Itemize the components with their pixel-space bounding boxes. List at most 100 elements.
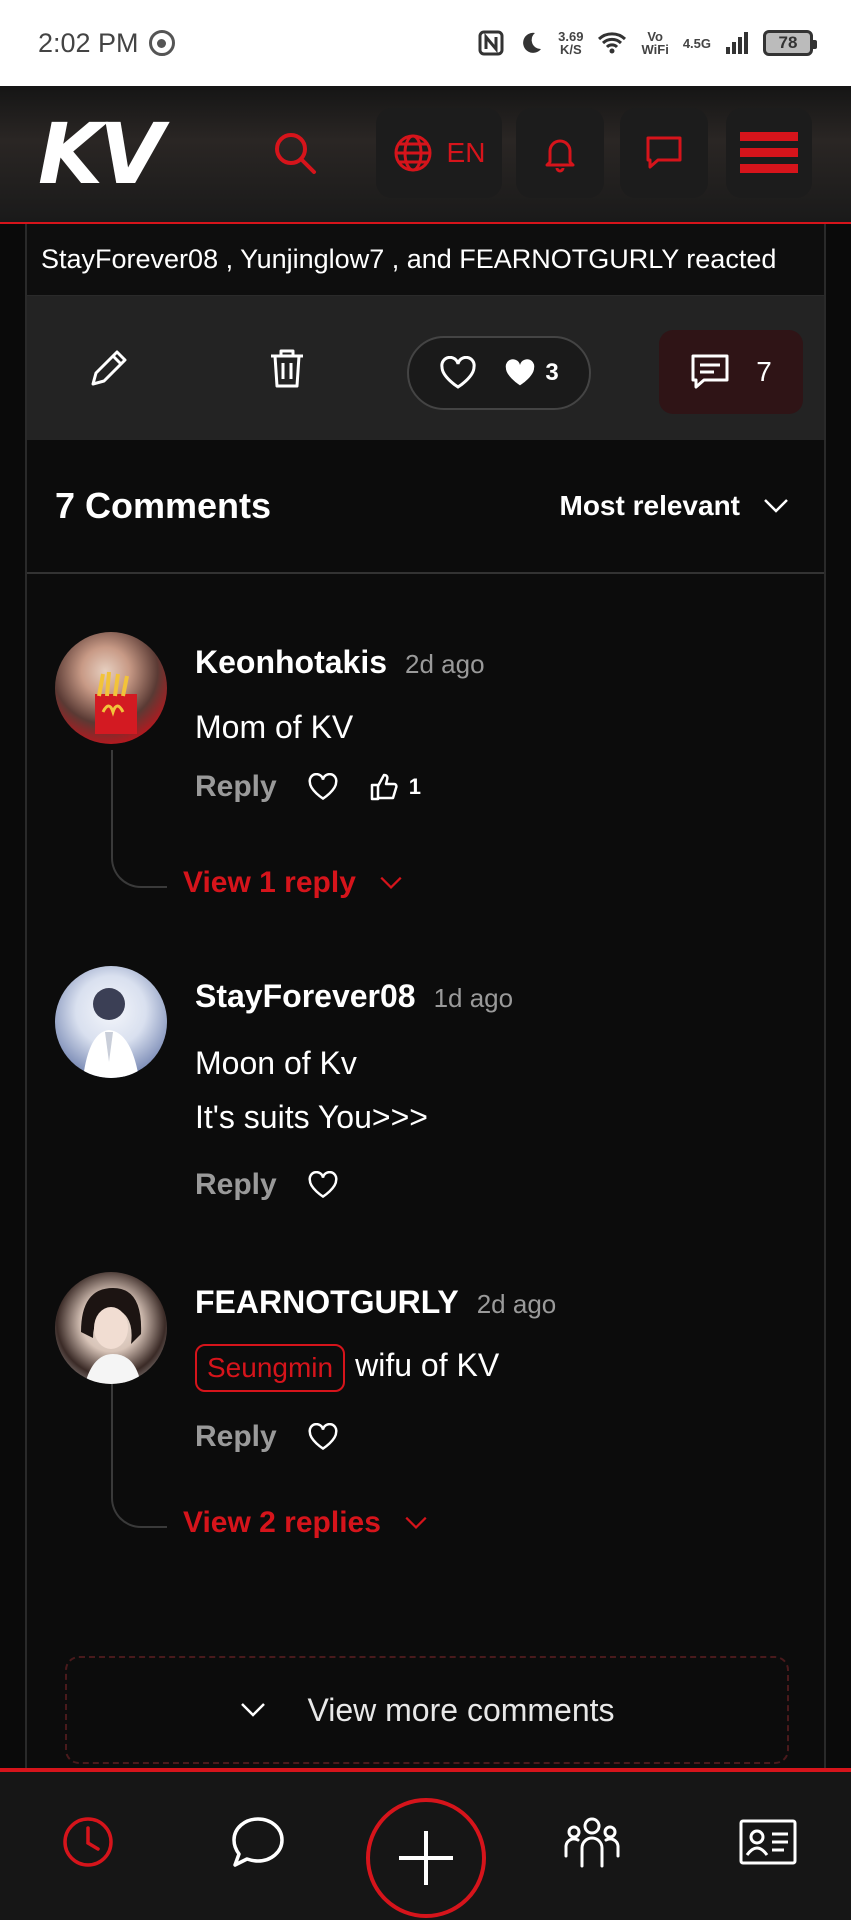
likes-pill[interactable]: 3: [407, 336, 591, 410]
view-replies-label: View 2 replies: [183, 1506, 381, 1539]
heart-filled-icon: [506, 359, 535, 386]
nfc-icon: [478, 30, 504, 56]
comment-time: 2d ago: [476, 1289, 557, 1319]
delete-button[interactable]: [261, 342, 313, 394]
language-button[interactable]: EN: [376, 108, 502, 198]
reacted-summary[interactable]: StayForever08 , Yunjinglow7 , and FEARNO…: [27, 224, 824, 296]
heart-outline-icon[interactable]: [307, 1423, 339, 1451]
bell-icon: [545, 139, 575, 173]
wifi-icon: [598, 32, 627, 54]
comment-actions: Reply: [195, 1420, 339, 1454]
nav-profile[interactable]: [728, 1802, 808, 1882]
avatar-image: [95, 671, 137, 734]
signal-icon: [726, 32, 748, 54]
heart-outline-icon[interactable]: [307, 1171, 339, 1199]
search-button[interactable]: [272, 130, 318, 176]
status-time: 2:02 PM: [38, 27, 139, 58]
comment-time: 1d ago: [433, 983, 514, 1013]
comment-author-line: StayForever08 1d ago: [195, 978, 513, 1015]
avatar[interactable]: [55, 966, 167, 1078]
pencil-icon: [91, 350, 127, 386]
thumbs-up-reaction[interactable]: 1: [369, 772, 421, 802]
avatar-image: [83, 988, 139, 1078]
avatar-image: [81, 1288, 142, 1384]
status-time-group: 2:02 PM: [38, 28, 175, 59]
heart-outline-icon[interactable]: [307, 773, 339, 801]
avatar[interactable]: [55, 1272, 167, 1384]
thread-line: [111, 1384, 167, 1528]
search-icon: [275, 133, 316, 174]
comment-icon: [691, 354, 729, 389]
network-type: 4.5G: [682, 35, 711, 51]
bottom-navigation: [0, 1768, 851, 1920]
comments-button[interactable]: 7: [659, 330, 803, 414]
chat-bubble-icon: [232, 1817, 284, 1867]
post-card: StayForever08 , Yunjinglow7 , and FEARNO…: [25, 224, 826, 1774]
message-icon: [646, 136, 682, 169]
comments-title: 7 Comments: [55, 485, 272, 526]
nav-chat[interactable]: [218, 1802, 298, 1882]
view-more-label: View more comments: [307, 1691, 615, 1728]
chevron-down-icon: [241, 1703, 266, 1717]
view-replies-label: View 1 reply: [183, 866, 356, 899]
edit-button[interactable]: [83, 342, 135, 394]
reply-button[interactable]: Reply: [195, 1420, 277, 1454]
chevron-down-icon: [380, 876, 402, 890]
thumbs-up-icon: [370, 773, 398, 801]
reply-button[interactable]: Reply: [195, 770, 277, 804]
profile-card-icon: [739, 1819, 797, 1865]
moon-icon: [523, 32, 542, 53]
create-post-button[interactable]: [366, 1798, 486, 1918]
hamburger-icon: [740, 132, 798, 173]
comment-text: Seungmin wifu of KV: [195, 1338, 499, 1392]
view-replies-button[interactable]: View 1 reply: [183, 866, 404, 900]
thread-line: [111, 750, 167, 888]
chevron-down-icon: [764, 499, 788, 513]
comment-actions: Reply 1: [195, 770, 421, 804]
comment-author[interactable]: FEARNOTGURLY: [195, 1284, 459, 1320]
nav-community[interactable]: [552, 1802, 632, 1882]
language-label: EN: [446, 137, 486, 168]
comment-author[interactable]: StayForever08: [195, 978, 416, 1014]
status-bar: 2:02 PM 3.69 K/S Vo WiFi 4.5G 78: [0, 0, 851, 86]
mention-tag[interactable]: Seungmin: [195, 1343, 346, 1392]
app-header: KV EN: [0, 86, 851, 224]
comment-time: 2d ago: [405, 649, 485, 679]
view-replies-button[interactable]: View 2 replies: [183, 1506, 429, 1540]
kv-logo[interactable]: KV: [38, 112, 208, 196]
comment-author-line: Keonhotakis 2d ago: [195, 644, 485, 681]
comment-item: Keonhotakis 2d ago Mom of KV Reply 1 View…: [27, 610, 828, 940]
clock-icon: [63, 1817, 113, 1867]
comment-author[interactable]: Keonhotakis: [195, 644, 387, 680]
chevron-down-icon: [405, 1516, 427, 1530]
sort-dropdown[interactable]: Most relevant: [560, 490, 791, 522]
net-speed: 3.69 K/S: [558, 29, 584, 57]
comment-item: StayForever08 1d ago Moon of Kv It's suit…: [27, 954, 828, 1254]
comments-header: 7 Comments Most relevant: [27, 440, 824, 574]
screen-record-icon: [148, 30, 175, 56]
menu-button[interactable]: [726, 108, 812, 198]
system-icons: 3.69 K/S Vo WiFi 4.5G 78: [478, 29, 817, 57]
comment-text-line: Moon of Kv: [195, 1045, 357, 1081]
volte-indicator: Vo WiFi: [641, 29, 669, 57]
comment-text-line: It's suits You>>>: [195, 1099, 428, 1135]
comment-body: wifu of KV: [355, 1347, 500, 1383]
like-count: 3: [545, 359, 559, 386]
comment-author-line: FEARNOTGURLY 2d ago: [195, 1284, 556, 1321]
comment-text: Moon of Kv It's suits You>>>: [195, 1036, 428, 1144]
reply-button[interactable]: Reply: [195, 1168, 277, 1202]
avatar[interactable]: [55, 632, 167, 744]
battery-indicator: 78: [763, 30, 817, 56]
comment-count: 7: [756, 356, 772, 387]
view-more-comments-button[interactable]: View more comments: [65, 1656, 789, 1764]
sort-label: Most relevant: [559, 490, 741, 521]
trash-icon: [271, 349, 303, 388]
notifications-button[interactable]: [516, 108, 604, 198]
nav-history[interactable]: [48, 1802, 128, 1882]
community-icon: [564, 1817, 620, 1868]
comment-text: Mom of KV: [195, 709, 354, 745]
comment-actions: Reply: [195, 1168, 339, 1202]
messages-button[interactable]: [620, 108, 708, 198]
thumbs-count: 1: [408, 774, 421, 799]
post-actions: 3 7: [27, 296, 824, 440]
